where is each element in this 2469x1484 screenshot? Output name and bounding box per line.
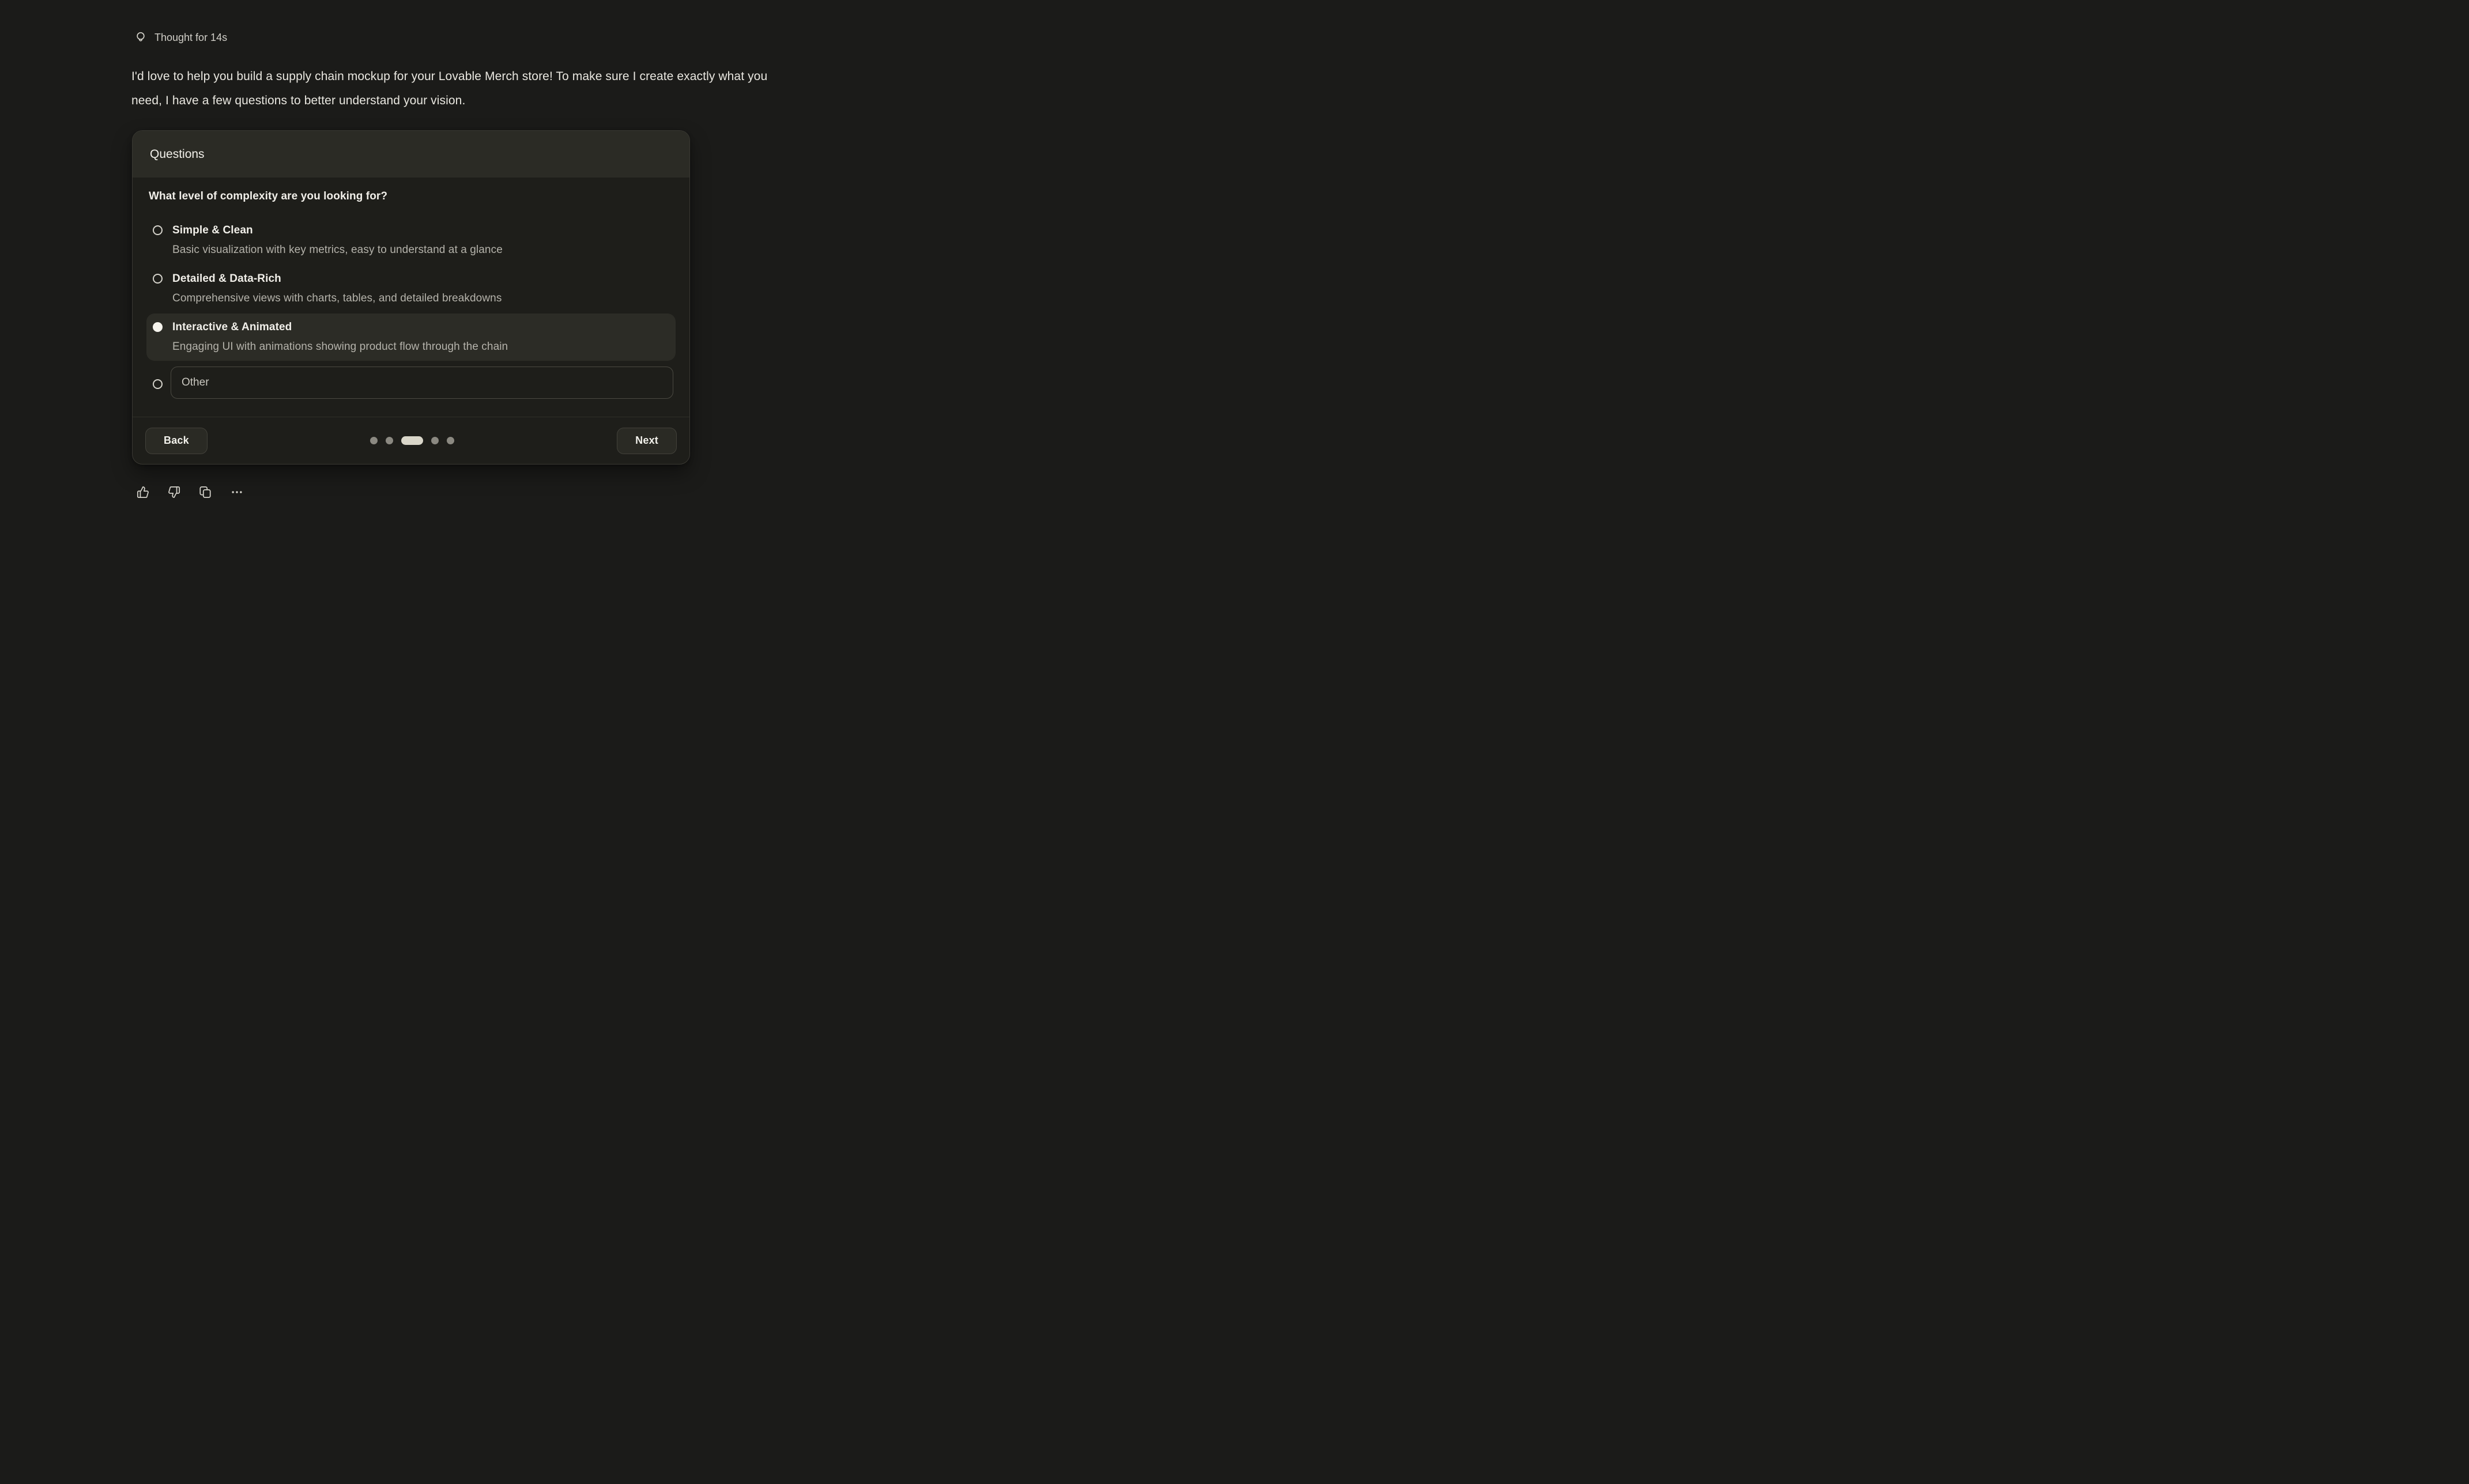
message-actions xyxy=(137,486,244,499)
card-header: Questions xyxy=(133,131,689,178)
option-other[interactable] xyxy=(146,367,676,399)
pagination-dot-3-active xyxy=(401,436,423,445)
radio-button-selected[interactable] xyxy=(153,322,163,332)
option-label: Simple & Clean xyxy=(172,223,503,238)
thumbs-down-icon xyxy=(168,486,180,499)
pagination-dots xyxy=(370,436,454,445)
thumbs-up-icon xyxy=(137,486,149,499)
questions-card: Questions What level of complexity are y… xyxy=(132,130,690,465)
option-description: Basic visualization with key metrics, ea… xyxy=(172,243,503,258)
thinking-summary-label: Thought for 14s xyxy=(154,32,227,44)
radio-button[interactable] xyxy=(153,379,163,389)
thumbs-up-button[interactable] xyxy=(137,486,149,499)
radio-button[interactable] xyxy=(153,274,163,284)
copy-button[interactable] xyxy=(199,486,212,499)
pagination-dot-5 xyxy=(447,437,454,444)
next-button[interactable]: Next xyxy=(617,428,677,454)
chat-page: Thought for 14s I'd love to help you bui… xyxy=(0,0,904,543)
card-body: What level of complexity are you looking… xyxy=(133,178,689,399)
thumbs-down-button[interactable] xyxy=(168,486,180,499)
option-label: Detailed & Data-Rich xyxy=(172,271,502,286)
assistant-message: I'd love to help you build a supply chai… xyxy=(131,65,800,113)
more-options-button[interactable] xyxy=(230,486,244,499)
copy-icon xyxy=(199,486,212,499)
card-title: Questions xyxy=(150,148,205,161)
option-label: Interactive & Animated xyxy=(172,320,508,335)
card-footer: Back Next xyxy=(133,417,689,464)
lightbulb-icon xyxy=(135,31,146,44)
option-simple-clean[interactable]: Simple & Clean Basic visualization with … xyxy=(146,217,676,264)
pagination-dot-1 xyxy=(370,437,378,444)
thinking-summary[interactable]: Thought for 14s xyxy=(135,31,227,44)
option-interactive-animated[interactable]: Interactive & Animated Engaging UI with … xyxy=(146,314,676,361)
radio-button[interactable] xyxy=(153,225,163,235)
option-description: Comprehensive views with charts, tables,… xyxy=(172,291,502,306)
other-input[interactable] xyxy=(171,367,673,399)
ellipsis-icon xyxy=(230,486,244,499)
option-description: Engaging UI with animations showing prod… xyxy=(172,339,508,354)
pagination-dot-4 xyxy=(431,437,439,444)
pagination-dot-2 xyxy=(386,437,393,444)
back-button[interactable]: Back xyxy=(145,428,208,454)
option-detailed-data-rich[interactable]: Detailed & Data-Rich Comprehensive views… xyxy=(146,265,676,312)
question-text: What level of complexity are you looking… xyxy=(149,189,676,204)
